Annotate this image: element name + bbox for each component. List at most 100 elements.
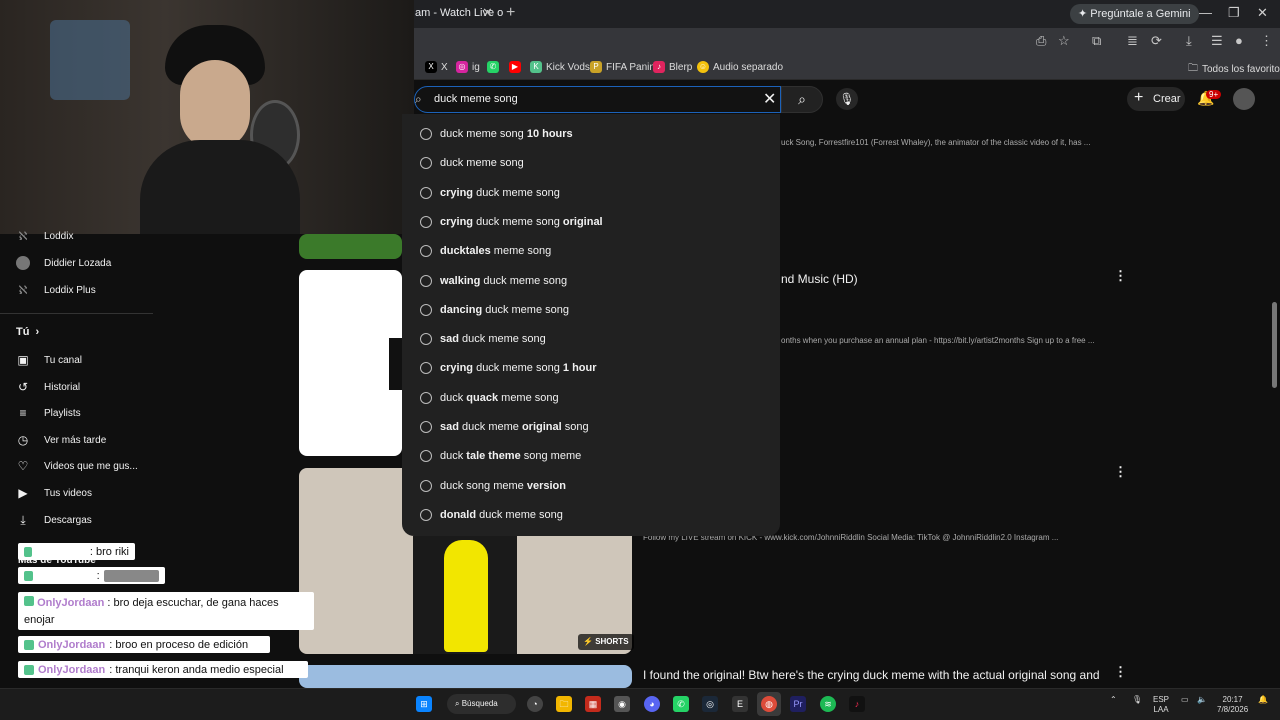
search-button[interactable]: ⌕	[781, 86, 823, 113]
result-4-menu-icon[interactable]: ⋮	[1114, 664, 1127, 680]
sidebar-item-liked[interactable]: ♡ Videos que me gus...	[16, 459, 138, 473]
notifications-icon[interactable]: 🔔	[1258, 695, 1268, 705]
steam-icon[interactable]: ◎	[702, 696, 718, 712]
result-2-menu-icon[interactable]: ⋮	[1114, 268, 1127, 284]
page-scrollbar[interactable]	[1272, 302, 1277, 388]
profile-icon[interactable]: ●	[1235, 33, 1243, 48]
whatsapp-icon: ✆	[487, 61, 499, 73]
all-bookmarks[interactable]: 🗀 Todos los favoritos	[1188, 61, 1280, 78]
spotify-icon[interactable]: ≋	[820, 696, 836, 712]
suggestion-item[interactable]: crying duck meme song 1 hour	[420, 362, 597, 375]
windows-start-icon[interactable]: ⊞	[416, 696, 432, 712]
tab-close-button[interactable]: ✕	[482, 5, 493, 21]
star-icon[interactable]: ☆	[1058, 33, 1070, 49]
suggestion-text: song meme	[520, 450, 582, 463]
new-tab-button[interactable]: +	[506, 4, 515, 22]
whatsapp-taskbar-icon[interactable]: ✆	[673, 696, 689, 712]
clear-search-icon[interactable]: ✕	[763, 89, 776, 109]
search-input[interactable]: duck meme song	[434, 93, 518, 105]
suggestion-text: duck meme song	[476, 508, 563, 521]
volume-icon[interactable]: 🔈	[1197, 695, 1207, 705]
bookmark-youtube[interactable]: ▶	[509, 61, 521, 73]
bookmark-fifa-panini[interactable]: P FIFA Panini	[590, 61, 657, 73]
search-icon	[420, 215, 432, 228]
tray-mic-icon[interactable]: 🎙	[1132, 695, 1142, 705]
suggestion-item[interactable]: ducktales meme song	[420, 245, 551, 258]
download-icon[interactable]: ⤓	[1186, 33, 1192, 49]
result-thumbnail-2[interactable]	[299, 270, 402, 456]
media-icon[interactable]: ≣	[1127, 33, 1138, 49]
result-thumbnail-1[interactable]	[299, 234, 402, 259]
sidebar-you-header[interactable]: Tú ›	[16, 326, 39, 338]
suggestion-item[interactable]: duck meme song	[420, 157, 524, 170]
suggestion-item[interactable]: sad duck meme song	[420, 333, 546, 346]
tiktok-icon[interactable]: ♪	[849, 696, 865, 712]
suggestion-text: original	[521, 421, 562, 433]
widgets-icon[interactable]: ◔	[527, 696, 543, 712]
bookmark-blerp[interactable]: ♪ Blerp	[653, 61, 692, 73]
clock-icon: ◷	[17, 433, 29, 447]
mic-icon[interactable]: 🎙	[836, 88, 858, 110]
chrome-icon[interactable]: ◍	[761, 696, 777, 712]
suggestion-item[interactable]: donald duck meme song	[420, 508, 563, 521]
menu-kebab-icon[interactable]: ⋮	[1260, 33, 1273, 49]
suggestion-item[interactable]: sad duck meme original song	[420, 421, 589, 433]
minimize-button[interactable]: —	[1199, 5, 1212, 20]
suggestion-text: duck meme song	[473, 186, 560, 199]
sidebar-item-descargas[interactable]: ⤓ Descargas	[16, 513, 91, 527]
suggestion-item[interactable]: duck song meme version	[420, 479, 566, 492]
sidebar-sub-loddix[interactable]: ℵ Loddix	[16, 229, 74, 243]
result-2-title[interactable]: nd Music (HD)	[781, 272, 858, 286]
language-indicator[interactable]: ESP LAA	[1153, 695, 1169, 715]
discord-icon[interactable]: ◕	[644, 696, 660, 712]
taskbar-search[interactable]: ⌕ Búsqueda	[447, 694, 516, 714]
bookmark-whatsapp[interactable]: ✆	[487, 61, 499, 73]
suggestion-item[interactable]: duck quack meme song	[420, 391, 559, 404]
sidebar-item-ver-mas-tarde[interactable]: ◷ Ver más tarde	[16, 433, 107, 447]
gemini-button[interactable]: ✦ Pregúntale a Gemini	[1070, 4, 1199, 24]
clock[interactable]: 20:17 7/8/2026	[1217, 695, 1248, 715]
file-explorer-icon[interactable]: 🗀	[556, 696, 572, 712]
suggestion-item[interactable]: crying duck meme song	[420, 186, 560, 199]
search-icon	[420, 508, 432, 521]
network-icon[interactable]: ▭	[1181, 695, 1189, 705]
close-window-button[interactable]: ✕	[1257, 5, 1268, 21]
bookmark-ig[interactable]: ◎ ig	[456, 61, 480, 73]
sync-icon[interactable]: ⟳	[1151, 33, 1162, 49]
tray-chevron-icon[interactable]: ⌃	[1110, 695, 1117, 705]
sidebar-item-tu-canal[interactable]: ▣ Tu canal	[16, 353, 82, 367]
yellow-figure	[444, 540, 488, 652]
webcam-overlay	[0, 0, 414, 234]
result-thumbnail-4[interactable]	[299, 665, 632, 688]
result-4-title[interactable]: I found the original! Btw here's the cry…	[643, 668, 1100, 682]
obs-icon[interactable]: ◉	[614, 696, 630, 712]
sidebar-sub-diddier[interactable]: Diddier Lozada	[16, 256, 111, 270]
suggestion-item[interactable]: duck tale theme song meme	[420, 450, 582, 463]
epic-games-icon[interactable]: E	[732, 696, 748, 712]
suggestion-item[interactable]: crying duck meme song original	[420, 215, 603, 228]
extensions-icon[interactable]: ⧉	[1092, 33, 1101, 49]
premiere-icon[interactable]: Pr	[790, 696, 806, 712]
sidebar-item-tus-videos[interactable]: ▶ Tus videos	[16, 486, 92, 500]
search-icon	[420, 186, 432, 199]
suggestion-item[interactable]: duck meme song 10 hours	[420, 128, 573, 140]
result-3-menu-icon[interactable]: ⋮	[1114, 464, 1127, 480]
bookmark-kick-vods[interactable]: K Kick Vods	[530, 61, 590, 73]
maximize-button[interactable]: ❐	[1228, 5, 1240, 21]
kick-icon: K	[530, 61, 542, 73]
install-icon[interactable]: ⎙	[1036, 33, 1046, 49]
suggestion-item[interactable]: dancing duck meme song	[420, 303, 569, 316]
suggestion-text: song	[561, 421, 589, 433]
video-icon: ▶	[18, 486, 28, 500]
bookmark-x[interactable]: XX	[425, 61, 448, 73]
game-app-icon[interactable]: ▦	[585, 696, 601, 712]
reading-list-icon[interactable]: ☰	[1211, 33, 1223, 49]
suggestion-item[interactable]: walking duck meme song	[420, 274, 567, 287]
suggestion-text: duck meme song	[473, 362, 563, 375]
sidebar-sub-loddix-plus[interactable]: ℵ Loddix Plus	[16, 283, 96, 297]
sidebar-item-historial[interactable]: ↺ Historial	[16, 380, 80, 394]
sidebar-item-playlists[interactable]: ≡ Playlists	[16, 406, 80, 420]
avatar[interactable]	[1233, 88, 1255, 110]
suggestion-text: walking	[440, 274, 481, 287]
bookmark-audio-separado[interactable]: ☺ Audio separado	[697, 61, 783, 73]
